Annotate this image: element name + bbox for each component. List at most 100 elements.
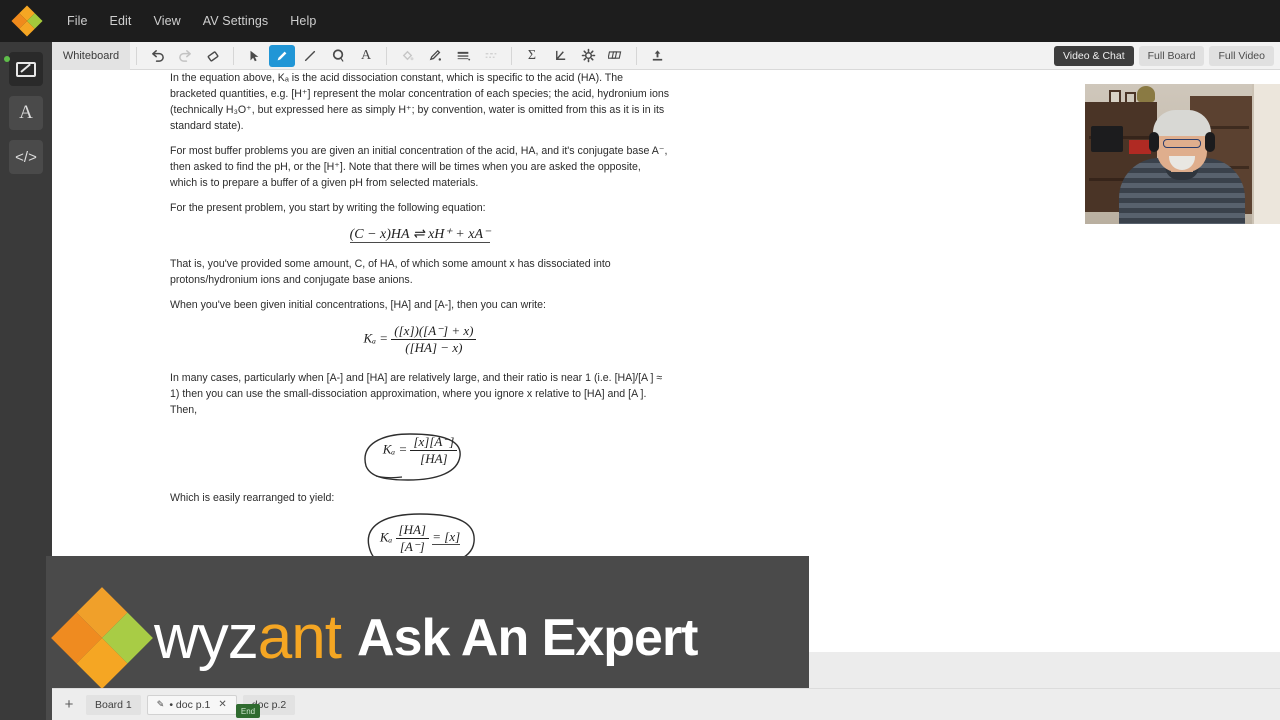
sigma-icon: Σ — [527, 47, 537, 63]
duplicate-button[interactable] — [603, 45, 629, 67]
equation-fraction: [x][A⁻] [HA] — [410, 434, 458, 467]
add-board-button[interactable]: + — [58, 696, 80, 713]
equation-button[interactable]: Σ — [519, 45, 545, 67]
whiteboard-toolbar: Whiteboard A Σ Video & Chat Full Board F… — [52, 41, 1280, 70]
equation-fraction: [HA] [A⁻] — [395, 522, 429, 555]
redo-button[interactable] — [172, 45, 198, 67]
toolbar-divider — [233, 46, 234, 65]
video-picture-frame — [1125, 92, 1136, 104]
video-picture-frame — [1109, 90, 1121, 104]
equation-fraction: ([x])([A⁻] + x) ([HA] − x) — [391, 323, 477, 356]
paragraph-line: protons/hydronium ions and conjugate bas… — [170, 274, 413, 286]
fraction-numerator: [x][A⁻] — [413, 434, 455, 449]
wyzant-wordmark: wyzant — [154, 607, 342, 669]
line-button[interactable] — [297, 45, 323, 67]
video-monitor — [1091, 126, 1123, 152]
pencil-icon: ✎ — [156, 699, 165, 709]
paragraph-line: When you've been given initial concentra… — [170, 299, 546, 311]
wordmark-ant: ant — [257, 603, 342, 672]
close-icon[interactable]: ✕ — [218, 699, 226, 710]
fill-button[interactable] — [394, 45, 420, 67]
menu-item-view[interactable]: View — [143, 10, 192, 32]
video-red-box — [1129, 140, 1151, 154]
mode-full-board[interactable]: Full Board — [1138, 45, 1205, 66]
menu-item-av-settings[interactable]: AV Settings — [192, 10, 280, 32]
equation-ka-approx: Kₐ = [x][A⁻] [HA] — [170, 432, 670, 481]
fraction-numerator: ([x])([A⁻] + x) — [394, 323, 474, 338]
menu-item-file[interactable]: File — [56, 10, 99, 32]
line-style-button[interactable] — [478, 45, 504, 67]
equation-lhs: Kₐ — [379, 529, 393, 545]
whiteboard-pen-icon — [16, 61, 36, 77]
eraser-button[interactable] — [200, 45, 226, 67]
toolbar-divider — [386, 46, 387, 65]
wyzant-logo-icon[interactable] — [11, 5, 43, 37]
sidebar-item-text[interactable]: A — [9, 96, 43, 130]
sidebar-item-whiteboard[interactable] — [4, 52, 43, 86]
paragraph-line: bracketed quantities, e.g. [H⁺] represen… — [170, 88, 595, 100]
left-rail: A </> — [0, 42, 52, 720]
end-session-button[interactable]: End — [236, 704, 260, 718]
video-person-headset-left — [1149, 132, 1159, 152]
equation-lhs: Kₐ = — [363, 330, 389, 346]
shape-button[interactable] — [325, 45, 351, 67]
menu-item-help[interactable]: Help — [279, 10, 327, 32]
text-button[interactable]: A — [353, 45, 379, 67]
paragraph-line: For most buffer problems you are given a… — [170, 145, 624, 157]
code-brackets-icon: </> — [15, 148, 37, 166]
paragraph-7: Which is easily rearranged to yield: — [170, 490, 670, 506]
banner-tagline: Ask An Expert — [356, 609, 699, 667]
paragraph-2: For most buffer problems you are given a… — [170, 143, 670, 191]
text-A-icon: A — [19, 102, 33, 123]
paragraph-line: In the equation above, Kₐ is the acid di… — [170, 72, 624, 84]
fraction-denominator: ([HA] − x) — [391, 339, 477, 356]
settings-button[interactable] — [575, 45, 601, 67]
select-button[interactable] — [241, 45, 267, 67]
paragraph-4: That is, you've provided some amount, C,… — [170, 256, 670, 288]
undo-button[interactable] — [144, 45, 170, 67]
toolbar-divider — [511, 46, 512, 65]
view-mode-group: Video & Chat Full Board Full Video — [1049, 45, 1280, 66]
fraction-numerator: [HA] — [398, 522, 426, 537]
paragraph-6: In many cases, particularly when [A-] an… — [170, 370, 670, 418]
app-window: File Edit View AV Settings Help A </> Wh… — [0, 0, 1280, 720]
mode-video-and-chat[interactable]: Video & Chat — [1053, 45, 1134, 66]
whiteboard-tab[interactable]: Whiteboard — [52, 41, 130, 70]
paragraph-3: For the present problem, you start by wr… — [170, 200, 670, 216]
video-participant-tile[interactable] — [1085, 84, 1280, 224]
video-person-headset-right — [1205, 132, 1215, 152]
paragraph-1: In the equation above, Kₐ is the acid di… — [170, 70, 670, 134]
toolbar-divider — [636, 46, 637, 65]
paragraph-5: When you've been given initial concentra… — [170, 297, 670, 313]
sidebar-item-code[interactable]: </> — [9, 140, 43, 174]
paragraph-line: Which is easily rearranged to yield: — [170, 492, 335, 504]
fraction-denominator: [HA] — [410, 450, 458, 467]
text-A-icon: A — [360, 47, 372, 63]
pen-button[interactable] — [269, 44, 295, 67]
video-door — [1252, 84, 1280, 224]
document-page: In the equation above, Kₐ is the acid di… — [170, 70, 670, 613]
upload-button[interactable] — [644, 45, 670, 67]
online-status-dot — [4, 56, 10, 62]
line-weight-button[interactable] — [450, 45, 476, 67]
equation-lhs: Kₐ = — [382, 441, 408, 457]
paragraph-line: For the present problem, you start by wr… — [170, 202, 486, 214]
board-tab-doc-p1[interactable]: ✎ • doc p.1 ✕ — [146, 694, 237, 715]
video-person-hair — [1153, 110, 1211, 136]
stroke-color-button[interactable] — [422, 45, 448, 67]
board-tab-label: Board 1 — [95, 698, 132, 711]
paragraph-line: In many cases, particularly when [A-] an… — [170, 372, 612, 384]
equation-ka-full: Kₐ = ([x])([A⁻] + x) ([HA] − x) — [170, 323, 670, 356]
equation-dissociation: (C − x)HA ⇌ xH⁺ + xA⁻ — [170, 227, 670, 243]
wyzant-logo-icon — [51, 587, 153, 689]
fraction-denominator: [A⁻] — [395, 538, 429, 555]
equation-rhs: = [x] — [432, 529, 461, 546]
paragraph-line: That is, you've provided some amount, C,… — [170, 258, 611, 270]
angle-button[interactable] — [547, 45, 573, 67]
toolbar-divider — [136, 46, 137, 65]
mode-full-video[interactable]: Full Video — [1209, 45, 1274, 66]
footer-band — [809, 652, 1280, 688]
board-tab-board-1[interactable]: Board 1 — [86, 694, 141, 715]
wordmark-wyz: wyz — [154, 603, 259, 672]
menu-item-edit[interactable]: Edit — [99, 10, 143, 32]
